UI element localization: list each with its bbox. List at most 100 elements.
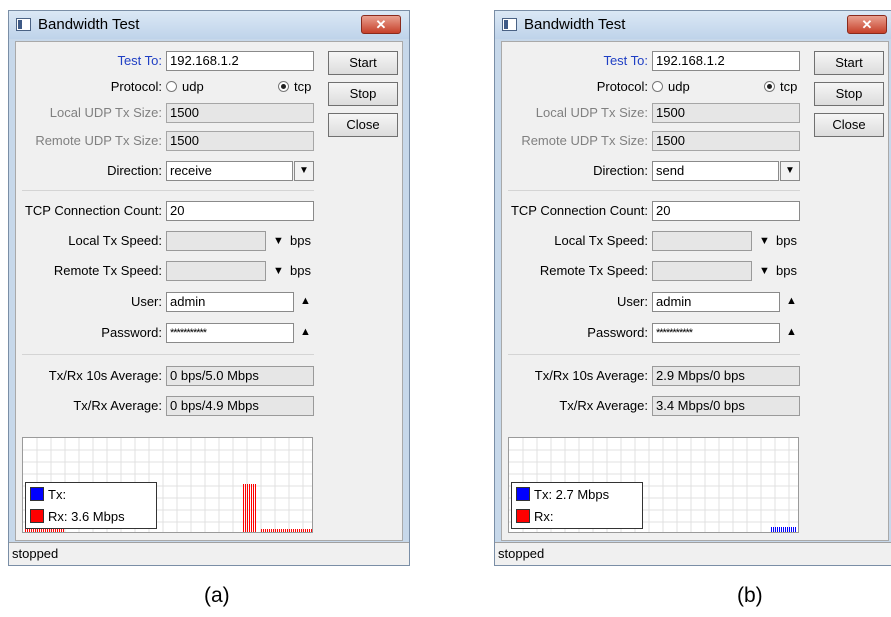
direction-label: Direction: [107, 163, 162, 178]
direction-label: Direction: [593, 163, 648, 178]
title-bar[interactable]: Bandwidth Test ✕ [495, 11, 891, 39]
tx-rx-10s-average-label: Tx/Rx 10s Average: [534, 368, 648, 383]
tx-rx-10s-average-label: Tx/Rx 10s Average: [48, 368, 162, 383]
triangle-down-icon[interactable]: ▼ [273, 235, 284, 247]
local-udp-tx-size-input: 1500 [166, 103, 314, 123]
tx-swatch [30, 487, 44, 501]
legend-tx: Tx: 2.7 Mbps [534, 487, 610, 502]
divider [508, 354, 800, 355]
close-window-button[interactable]: ✕ [361, 15, 401, 34]
title-bar[interactable]: Bandwidth Test ✕ [9, 11, 409, 39]
user-input[interactable]: admin [166, 292, 294, 312]
test-to-input[interactable]: 192.168.1.2 [652, 51, 800, 71]
udp-radio-label: udp [182, 79, 204, 94]
tcp-connection-count-label: TCP Connection Count: [24, 203, 162, 218]
tcp-radio[interactable] [764, 81, 775, 92]
udp-radio-label: udp [668, 79, 690, 94]
password-label: Password: [101, 325, 162, 340]
tx-rx-average-label: Tx/Rx Average: [559, 398, 648, 413]
triangle-up-icon[interactable]: ▲ [300, 326, 311, 338]
triangle-down-icon[interactable]: ▼ [759, 265, 770, 277]
traffic-bar [785, 527, 786, 532]
user-input[interactable]: admin [652, 292, 780, 312]
traffic-bar [279, 529, 280, 532]
traffic-bar [775, 527, 776, 532]
legend-rx: Rx: [534, 509, 554, 524]
local-tx-speed-input[interactable] [652, 231, 752, 251]
triangle-up-icon[interactable]: ▲ [786, 295, 797, 307]
traffic-bar [51, 529, 52, 532]
stop-button[interactable]: Stop [328, 82, 398, 106]
traffic-bar [301, 529, 302, 532]
traffic-bar [29, 529, 30, 532]
divider [22, 354, 314, 355]
local-tx-speed-unit: bps [776, 233, 797, 248]
traffic-bar [251, 484, 252, 532]
traffic-bar [249, 484, 250, 532]
test-to-input[interactable]: 192.168.1.2 [166, 51, 314, 71]
password-input[interactable]: *********** [166, 323, 294, 343]
traffic-bar [773, 527, 774, 532]
traffic-bar [271, 529, 272, 532]
status-bar: stopped [9, 542, 409, 565]
traffic-bar [791, 527, 792, 532]
dropdown-arrow-icon[interactable]: ▼ [780, 161, 800, 181]
traffic-bar [273, 529, 274, 532]
protocol-label: Protocol: [596, 79, 648, 94]
traffic-bar [291, 529, 292, 532]
traffic-bar [303, 529, 304, 532]
password-input[interactable]: *********** [652, 323, 780, 343]
direction-select[interactable]: send [652, 161, 779, 181]
traffic-bar [783, 527, 784, 532]
window-title: Bandwidth Test [524, 16, 626, 33]
traffic-bar [31, 529, 32, 532]
triangle-up-icon[interactable]: ▲ [786, 326, 797, 338]
tx-rx-average-label: Tx/Rx Average: [73, 398, 162, 413]
tcp-radio[interactable] [278, 81, 289, 92]
remote-udp-tx-size-input: 1500 [652, 131, 800, 151]
direction-select[interactable]: receive [166, 161, 293, 181]
traffic-graph: Tx: Rx: 3.6 Mbps [22, 437, 313, 533]
window-icon [16, 18, 31, 31]
triangle-down-icon[interactable]: ▼ [273, 265, 284, 277]
close-button[interactable]: Close [814, 113, 884, 137]
tcp-connection-count-input[interactable]: 20 [166, 201, 314, 221]
triangle-down-icon[interactable]: ▼ [759, 235, 770, 247]
traffic-bar [777, 527, 778, 532]
close-window-button[interactable]: ✕ [847, 15, 887, 34]
remote-tx-speed-unit: bps [290, 263, 311, 278]
remote-tx-speed-input[interactable] [166, 261, 266, 281]
test-to-label: Test To: [603, 53, 648, 68]
traffic-bar [41, 529, 42, 532]
traffic-bar [267, 529, 268, 532]
tcp-connection-count-label: TCP Connection Count: [510, 203, 648, 218]
local-tx-speed-label: Local Tx Speed: [554, 233, 648, 248]
stop-button[interactable]: Stop [814, 82, 884, 106]
udp-radio[interactable] [652, 81, 663, 92]
local-tx-speed-input[interactable] [166, 231, 266, 251]
traffic-graph: Tx: 2.7 Mbps Rx: [508, 437, 799, 533]
tcp-radio-label: tcp [780, 79, 798, 94]
traffic-bar [35, 529, 36, 532]
user-label: User: [130, 294, 162, 309]
traffic-bar [47, 529, 48, 532]
close-button[interactable]: Close [328, 113, 398, 137]
start-button[interactable]: Start [328, 51, 398, 75]
dialog-body: Test To: 192.168.1.2 Protocol: udp tcp L… [15, 41, 403, 541]
divider [22, 190, 314, 191]
traffic-bar [309, 529, 310, 532]
udp-radio[interactable] [166, 81, 177, 92]
local-tx-speed-unit: bps [290, 233, 311, 248]
start-button[interactable]: Start [814, 51, 884, 75]
traffic-bar [253, 484, 254, 532]
remote-tx-speed-input[interactable] [652, 261, 752, 281]
traffic-bar [277, 529, 278, 532]
traffic-bar [787, 527, 788, 532]
tcp-connection-count-input[interactable]: 20 [652, 201, 800, 221]
triangle-up-icon[interactable]: ▲ [300, 295, 311, 307]
traffic-bar [771, 527, 772, 532]
dropdown-arrow-icon[interactable]: ▼ [294, 161, 314, 181]
traffic-bar [295, 529, 296, 532]
traffic-bar [779, 527, 780, 532]
traffic-bar [789, 527, 790, 532]
